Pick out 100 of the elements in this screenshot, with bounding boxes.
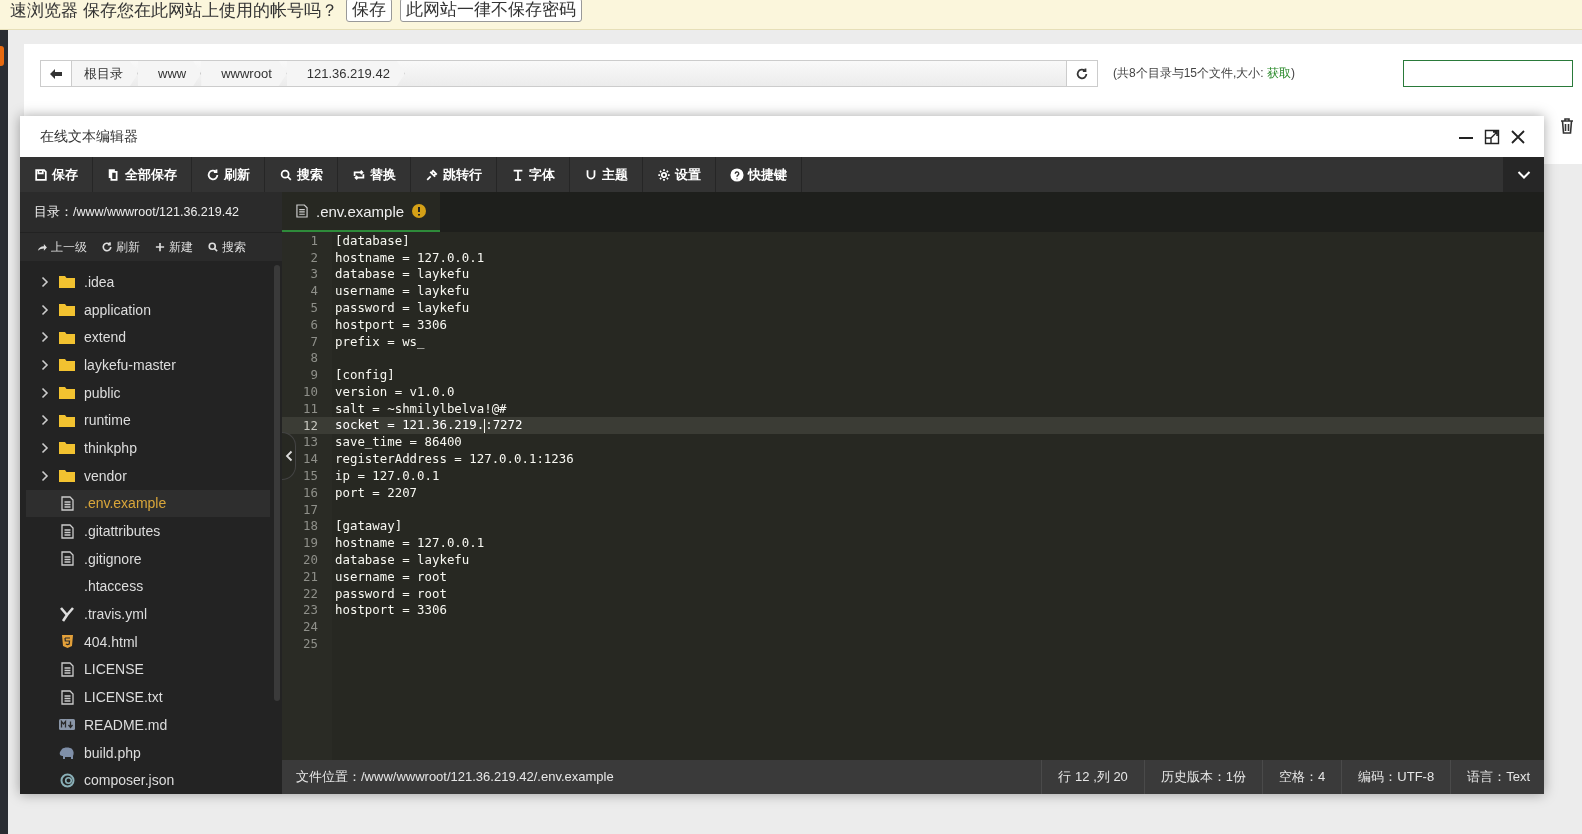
sidebar-action[interactable]: 新建 [150, 238, 197, 256]
file-tab[interactable]: .env.example [282, 192, 441, 232]
code-line: hostport = 3306 [334, 316, 447, 332]
refresh-button[interactable] [1066, 61, 1097, 86]
folder-icon [59, 330, 75, 344]
file-tree-item[interactable]: runtime [26, 406, 270, 435]
code-line: password = root [334, 585, 447, 601]
tab-marker [0, 46, 4, 66]
shield-icon [60, 634, 74, 650]
close-icon[interactable] [1510, 128, 1526, 145]
y-shape-icon [60, 606, 74, 622]
breadcrumb-item[interactable]: www [138, 61, 202, 86]
collapse-sidebar-handle[interactable] [282, 432, 296, 480]
sidebar-action[interactable]: 搜索 [203, 238, 250, 256]
folder-icon [59, 275, 75, 289]
folder-icon [59, 441, 75, 455]
code-line: password = laykefu [334, 300, 470, 316]
code-line: username = laykefu [334, 283, 470, 299]
search-field[interactable] [1403, 60, 1574, 87]
file-tree-item[interactable]: .htaccess [26, 572, 270, 601]
document-icon [296, 204, 308, 218]
chevron-down-icon [1516, 169, 1531, 180]
breadcrumb-item[interactable]: wwwroot [201, 61, 287, 86]
file-tree-item[interactable]: .idea [26, 268, 270, 296]
folder-icon [59, 413, 75, 427]
code-line: socket = 121.36.219.:7272 [334, 417, 523, 433]
code-line: [gataway] [334, 518, 403, 534]
document-icon [60, 551, 74, 567]
status-item: 语言：Text [1450, 760, 1544, 794]
sidebar-action[interactable]: 上一级 [32, 238, 91, 256]
file-tree-item[interactable]: extend [26, 323, 270, 352]
file-tree-item[interactable]: composer.json [26, 766, 270, 794]
document-icon [60, 661, 74, 677]
window-title: 在线文本编辑器 [40, 127, 138, 146]
folder-icon [59, 469, 75, 483]
code-line: salt = ~shmilylbelva!@# [334, 400, 507, 416]
plus-icon [154, 241, 166, 253]
text-icon [511, 167, 525, 182]
folder-icon [59, 303, 75, 317]
folder-icon [59, 386, 75, 400]
ring-icon [59, 772, 75, 788]
document-icon [60, 689, 74, 705]
code-line: database = laykefu [334, 552, 470, 568]
file-tree-item[interactable]: laykefu-master [26, 351, 270, 379]
file-tree-item[interactable]: thinkphp [26, 434, 270, 462]
file-tree-item[interactable]: README.md [26, 711, 270, 739]
trash-icon[interactable] [1560, 118, 1574, 134]
back-arrow-icon [49, 67, 63, 80]
copy-icon [107, 167, 121, 182]
prompt-button[interactable]: 此网站一律不保存密码 [399, 0, 582, 22]
markdown-icon [59, 719, 75, 731]
magnet-icon [584, 167, 598, 182]
search-icon [207, 241, 219, 253]
file-path: 文件位置：/www/wwwroot/121.36.219.42/.env.example [295, 768, 614, 786]
file-tree-item[interactable]: LICENSE [26, 655, 270, 684]
file-tree-item[interactable]: vendor [26, 461, 270, 490]
file-tree-item[interactable]: .env.example [26, 489, 270, 518]
prompt-message: 速浏览器 保存您在此网站上使用的帐号吗？ [10, 0, 338, 22]
code-line: username = root [334, 568, 447, 584]
status-item: 历史版本：1份 [1143, 760, 1263, 794]
maximize-icon[interactable] [1484, 128, 1500, 145]
document-icon [60, 523, 74, 539]
code-line: port = 2207 [334, 484, 418, 500]
fetch-size-link[interactable]: 获取 [1267, 66, 1292, 80]
elephant-icon [59, 746, 75, 759]
status-item: 行 12 ,列 20 [1041, 760, 1144, 794]
file-tree-item[interactable]: 404.html [26, 627, 270, 656]
directory-summary: (共8个目录与15个文件,大小: 获取) [1113, 65, 1296, 82]
document-icon [60, 495, 74, 511]
code-line: save_time = 86400 [334, 434, 462, 450]
file-tree-item[interactable]: .travis.yml [26, 600, 270, 628]
prompt-button[interactable]: 保存 [345, 0, 392, 22]
help-icon [730, 167, 744, 182]
file-tree-item[interactable]: build.php [26, 738, 270, 767]
breadcrumb-item[interactable]: 121.36.219.42 [286, 61, 405, 86]
refresh-icon [101, 241, 113, 253]
save-icon [34, 167, 48, 182]
search-icon [279, 167, 293, 182]
folder-icon [59, 358, 75, 372]
code-line: [database] [334, 232, 410, 248]
status-item: 编码：UTF-8 [1341, 760, 1451, 794]
directory-label: 目录：/www/wwwroot/121.36.219.42 [20, 192, 282, 232]
chevron-left-icon [284, 450, 293, 462]
code-line: ip = 127.0.0.1 [334, 468, 440, 484]
code-line: [config] [334, 367, 395, 383]
collapse-toolbar-button[interactable] [1503, 157, 1544, 192]
back-button[interactable] [41, 61, 72, 86]
code-line: prefix = ws_ [334, 333, 425, 349]
status-item: 空格：4 [1262, 760, 1342, 794]
file-tree-item[interactable]: application [26, 295, 270, 324]
file-tree-item[interactable]: LICENSE.txt [26, 683, 270, 711]
pin-icon [425, 167, 439, 182]
sidebar-action[interactable]: 刷新 [97, 238, 144, 256]
breadcrumb-item[interactable]: 根目录 [72, 61, 138, 86]
file-tree-item[interactable]: .gitattributes [26, 517, 270, 545]
code-line: database = laykefu [334, 266, 470, 282]
settings-icon [657, 167, 671, 182]
code-line: registerAddress = 127.0.0.1:1236 [334, 451, 574, 467]
file-tree-item[interactable]: .gitignore [26, 544, 270, 573]
file-tree-item[interactable]: public [26, 378, 270, 407]
